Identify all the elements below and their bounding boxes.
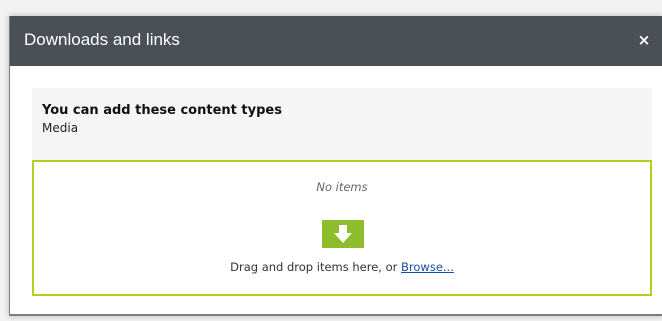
dialog-title: Downloads and links [24,30,180,49]
dialog-titlebar: Downloads and links × [10,16,662,66]
content-types-list: Media [42,121,79,135]
arrow-down-icon [322,220,364,248]
close-icon[interactable]: × [636,30,652,50]
drop-instructions-text: Drag and drop items here, or [230,260,402,274]
drop-instructions: Drag and drop items here, or Browse... [34,260,650,275]
content-types-panel: You can add these content types Media [32,88,652,168]
drop-zone[interactable]: No items Drag and drop items here, or Br… [32,160,652,296]
empty-state-text: No items [316,180,368,194]
browse-link[interactable]: Browse... [401,260,454,274]
content-types-heading: You can add these content types [42,103,282,118]
downloads-links-dialog: Downloads and links × You can add these … [9,16,662,316]
